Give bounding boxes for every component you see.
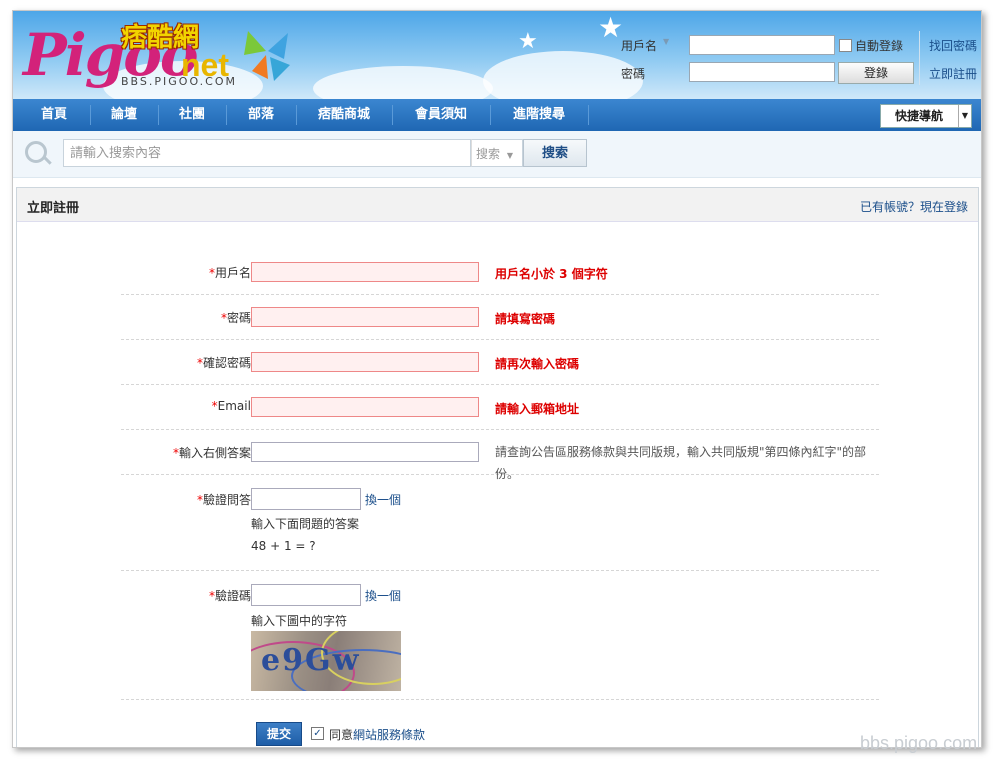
password-error: 請填寫密碼 — [495, 312, 556, 326]
password-input[interactable] — [689, 62, 835, 82]
captcha-field[interactable] — [251, 584, 361, 606]
butterfly-icon — [244, 31, 290, 81]
nav-item-forum[interactable]: 論壇 — [91, 99, 157, 131]
form-row-answer: *輸入右側答案: 請查詢公告區服務條款與共同版規，輸入共同版規"第四條內紅字"的… — [121, 430, 879, 481]
nav-item-home[interactable]: 首頁 — [19, 99, 89, 131]
login-button[interactable]: 登錄 — [838, 62, 914, 84]
search-scope-select[interactable]: 搜索 ▼ — [471, 139, 523, 167]
nav-item-member-rules[interactable]: 會員須知 — [393, 99, 489, 131]
form-actions: 提交 ✓ 同意網站服務條款 — [121, 718, 879, 747]
login-now-link[interactable]: 已有帳號？現在登錄 — [860, 198, 968, 215]
search-icon — [25, 141, 47, 163]
username-label: 用戶名 — [621, 39, 658, 53]
form-row-username: *用戶名: 用戶名小於 3 個字符 — [121, 250, 879, 295]
email-error: 請輸入郵箱地址 — [495, 402, 580, 416]
search-input[interactable]: 請輸入搜索內容 — [63, 139, 471, 167]
search-button[interactable]: 搜索 — [523, 139, 587, 167]
search-scope-label: 搜索 — [476, 147, 501, 161]
search-bar: 請輸入搜索內容 搜索 ▼ 搜索 — [13, 131, 981, 178]
nav-item-shop[interactable]: 痞酷商城 — [297, 99, 391, 131]
change-captcha-link[interactable]: 換一個 — [365, 587, 401, 604]
captcha-note: 輸入下圖中的字符 — [251, 614, 348, 628]
auto-login-label: 自動登錄 — [855, 39, 904, 53]
form-row-confirm-password: *確認密碼: 請再次輸入密碼 — [121, 340, 879, 385]
answer-field[interactable] — [251, 442, 479, 462]
submit-button[interactable]: 提交 — [256, 722, 302, 746]
chevron-down-icon: ▼ — [506, 151, 513, 160]
security-answer-field[interactable] — [251, 488, 361, 510]
terms-link[interactable]: 網站服務條款 — [353, 728, 425, 742]
auto-login-checkbox[interactable] — [839, 39, 852, 52]
username-input[interactable] — [689, 35, 835, 55]
quick-nav-label: 快捷導航 — [895, 109, 944, 123]
login-divider — [919, 31, 920, 85]
nav-item-advanced-search[interactable]: 進階搜尋 — [491, 99, 587, 131]
login-box: 用戶名 ▼ 自動登錄 找回密碼 密碼 登錄 立即註冊 — [613, 31, 981, 91]
nav-item-blog[interactable]: 部落 — [227, 99, 295, 131]
nav-item-groups[interactable]: 社團 — [159, 99, 225, 131]
username-error: 用戶名小於 3 個字符 — [495, 267, 608, 281]
agree-terms-checkbox[interactable]: ✓ — [311, 727, 324, 740]
main-nav: 首頁 論壇 社團 部落 痞酷商城 會員須知 進階搜尋 快捷導航 ▼ — [13, 99, 981, 131]
password-label: 密碼 — [621, 67, 646, 81]
confirm-password-field-label: *確認密碼: — [196, 356, 255, 370]
captcha-text: e9Gw — [261, 643, 361, 678]
chevron-down-icon[interactable]: ▼ — [663, 37, 669, 46]
form-row-password: *密碼: 請填寫密碼 — [121, 295, 879, 340]
find-password-link[interactable]: 找回密碼 — [929, 37, 977, 54]
email-field[interactable] — [251, 397, 479, 417]
watermark: bbs.pigoo.com — [860, 733, 978, 753]
site-header: ★ ★ Pigoo 痞酷網 net BBS.PIGOO.COM 用戶名 ▼ 自動… — [13, 11, 981, 111]
confirm-password-error: 請再次輸入密碼 — [495, 357, 580, 371]
form-row-email: *Email: 請輸入郵箱地址 — [121, 385, 879, 430]
star-icon: ★ — [518, 29, 538, 54]
password-field-label: *密碼: — [220, 311, 255, 325]
change-question-link[interactable]: 換一個 — [365, 491, 401, 508]
security-question-note: 輸入下面問題的答案 — [251, 517, 360, 531]
confirm-password-field[interactable] — [251, 352, 479, 372]
logo-url: BBS.PIGOO.COM — [121, 75, 237, 88]
page-title: 立即註冊 — [27, 201, 80, 216]
captcha-label: *驗證碼: — [208, 589, 255, 603]
captcha-image: e9Gw — [251, 631, 401, 691]
agree-terms-label: 同意網站服務條款 — [329, 728, 426, 742]
panel-header: 立即註冊 已有帳號？現在登錄 — [17, 188, 978, 222]
email-field-label: *Email: — [211, 399, 255, 413]
security-question-label: *驗證問答: — [196, 493, 255, 507]
security-question-text: 48 + 1 = ? — [251, 539, 316, 553]
username-field[interactable] — [251, 262, 479, 282]
browser-page: ★ ★ Pigoo 痞酷網 net BBS.PIGOO.COM 用戶名 ▼ 自動… — [12, 10, 982, 748]
nav-divider — [588, 105, 589, 125]
chevron-down-icon: ▼ — [958, 105, 971, 127]
form-row-security-question: *驗證問答: 換一個 輸入下面問題的答案 48 + 1 = ? — [121, 475, 879, 571]
username-field-label: *用戶名: — [208, 266, 255, 280]
password-field[interactable] — [251, 307, 479, 327]
answer-field-label: *輸入右側答案: — [172, 446, 255, 460]
quick-nav-button[interactable]: 快捷導航 ▼ — [880, 104, 972, 128]
form-row-captcha: *驗證碼: 換一個 輸入下圖中的字符 e9Gw — [121, 571, 879, 700]
register-panel: 立即註冊 已有帳號？現在登錄 *用戶名: 用戶名小於 3 個字符 *密碼: 請填… — [16, 187, 979, 747]
register-link[interactable]: 立即註冊 — [929, 65, 977, 82]
